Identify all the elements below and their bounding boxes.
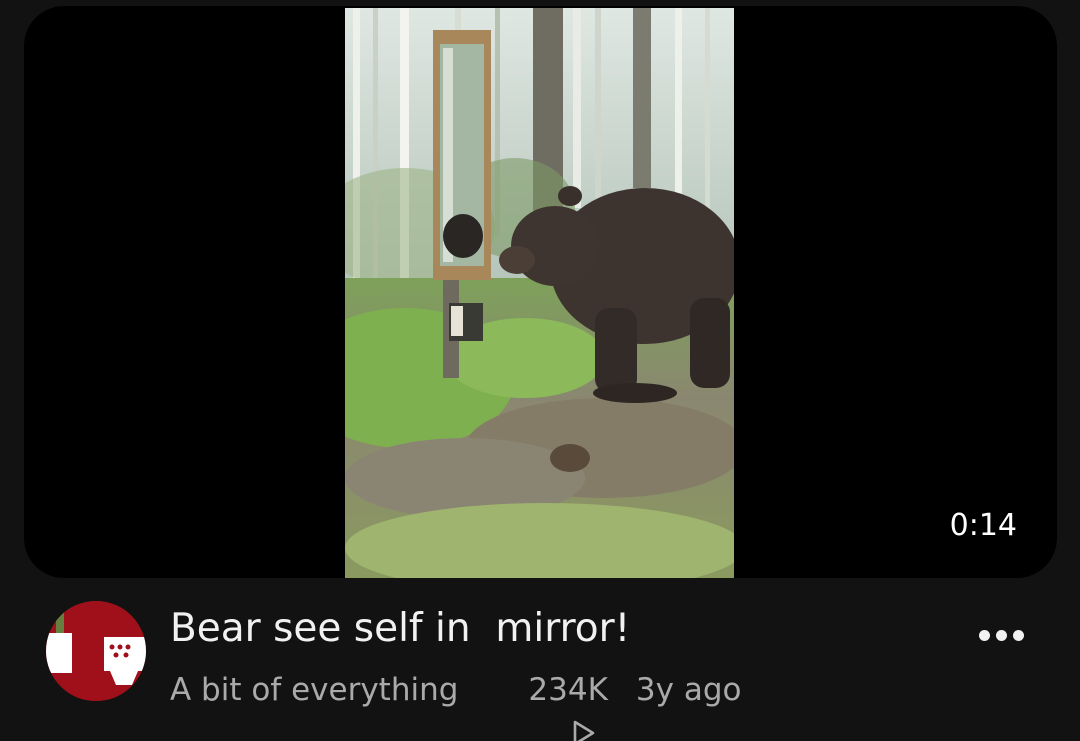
more-options-button[interactable] xyxy=(972,620,1030,650)
video-title[interactable]: Bear see self in mirror! xyxy=(170,604,630,654)
more-options-icon xyxy=(978,629,990,641)
view-count: 234K xyxy=(528,672,608,708)
bear-mirror-thumbnail-icon xyxy=(345,8,734,578)
channel-avatar[interactable] xyxy=(46,601,146,701)
video-feed-item: 0:14 Bear see self in mirror! A bit of e… xyxy=(0,0,1080,741)
video-thumbnail[interactable]: 0:14 xyxy=(24,6,1057,578)
video-info: Bear see self in mirror! A bit of everyt… xyxy=(0,596,1080,741)
channel-name[interactable]: A bit of everything xyxy=(170,669,458,711)
video-metadata: A bit of everything 234K 3y ago xyxy=(170,669,742,741)
duration-badge: 0:14 xyxy=(949,508,1017,543)
upload-age: 3y ago xyxy=(635,672,742,708)
video-frame xyxy=(345,8,734,578)
more-options-dot xyxy=(995,629,1007,641)
gamepad-avatar-icon xyxy=(46,601,146,701)
play-outline-icon xyxy=(492,675,595,741)
more-options-dot xyxy=(1012,629,1024,641)
